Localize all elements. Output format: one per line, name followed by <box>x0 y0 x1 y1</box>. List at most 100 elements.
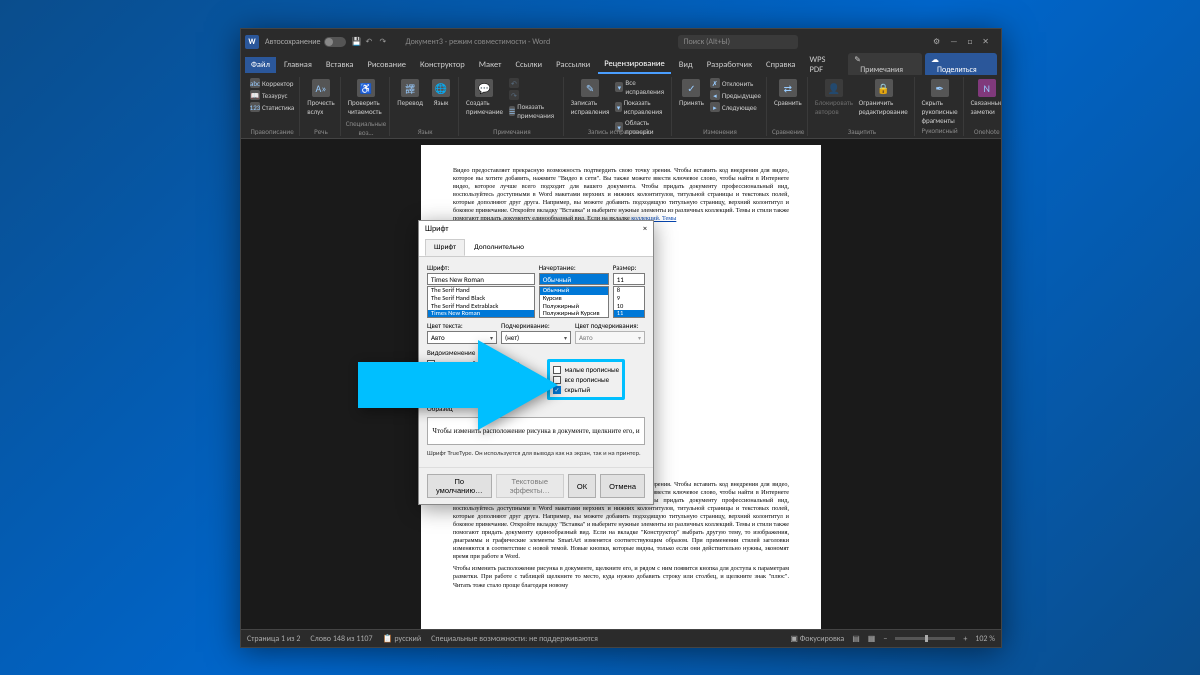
show-markup-button[interactable]: ▾Показать исправления <box>613 97 668 117</box>
tab-layout[interactable]: Макет <box>473 57 508 73</box>
document-title: Документ3 - режим совместимости - Word <box>406 37 551 47</box>
underline-color-select[interactable]: Авто <box>575 331 645 344</box>
ribbon-group-proofing: abcКорректор 📖Тезаурус 123Статистика Пра… <box>245 77 300 136</box>
ribbon-options-icon[interactable]: ⚙ <box>933 37 940 47</box>
tab-help[interactable]: Справка <box>760 57 801 73</box>
tab-home[interactable]: Главная <box>278 57 318 73</box>
tab-references[interactable]: Ссылки <box>509 57 548 73</box>
dropdown-icon: ▾ <box>615 82 623 92</box>
thesaurus-button[interactable]: 📖Тезаурус <box>248 89 296 101</box>
tab-developer[interactable]: Разработчик <box>701 57 758 73</box>
font-name-input[interactable]: Times New Roman <box>427 273 535 285</box>
size-list[interactable]: 8 9 10 11 12 <box>613 286 645 318</box>
text-effects-button[interactable]: Текстовые эффекты… <box>496 474 564 498</box>
style-list-item[interactable]: Полужирный Курсив <box>540 310 608 318</box>
editor-button[interactable]: abcКорректор <box>248 77 296 89</box>
dialog-close-icon[interactable]: × <box>643 224 647 234</box>
view-print-icon[interactable]: ▤ <box>852 634 860 644</box>
display-mode-select[interactable]: ▾Все исправления <box>613 77 668 97</box>
tab-mailings[interactable]: Рассылки <box>550 57 596 73</box>
ribbon-group-accessibility: ♿Проверить читаемость Специальные воз… <box>343 77 391 136</box>
track-changes-button[interactable]: ✎Записать исправления <box>569 77 612 118</box>
language-button[interactable]: 🌐Язык <box>427 77 455 109</box>
annotation-arrow-icon <box>358 340 558 430</box>
zoom-out-icon[interactable]: − <box>883 634 887 644</box>
compare-button[interactable]: ⇄Сравнить <box>772 77 804 109</box>
share-button[interactable]: ☁ Поделиться <box>925 53 997 77</box>
previous-change-button[interactable]: ◂Предыдущее <box>708 89 763 101</box>
block-icon: 👤 <box>825 79 843 97</box>
tab-view[interactable]: Вид <box>673 57 699 73</box>
tab-design[interactable]: Конструктор <box>414 57 471 73</box>
page-indicator[interactable]: Страница 1 из 2 <box>247 634 300 644</box>
reject-button[interactable]: ✗Отклонить <box>708 77 763 89</box>
tab-review[interactable]: Рецензирование <box>598 56 670 74</box>
accept-button[interactable]: ✓Принять <box>677 77 706 109</box>
zoom-in-icon[interactable]: + <box>963 634 967 644</box>
next-comment-button[interactable]: ↷ <box>507 89 560 101</box>
language-indicator[interactable]: 📋 русский <box>383 634 422 644</box>
ribbon-group-compare: ⇄Сравнить Сравнение <box>769 77 808 136</box>
ok-button[interactable]: ОК <box>568 474 596 498</box>
prev-comment-button[interactable]: ↶ <box>507 77 560 89</box>
set-default-button[interactable]: По умолчанию… <box>427 474 492 498</box>
thesaurus-icon: 📖 <box>250 90 260 100</box>
restrict-editing-button[interactable]: 🔒Ограничить редактирование <box>857 77 911 118</box>
titlebar: W Автосохранение 💾 ↶ ↷ Документ3 - режим… <box>241 29 1001 55</box>
redo-icon[interactable]: ↷ <box>380 37 390 47</box>
tab-advanced-dialog[interactable]: Дополнительно <box>465 239 533 256</box>
autosave-toggle[interactable]: Автосохранение <box>265 37 346 47</box>
comments-button[interactable]: ✎ Примечания <box>848 53 922 77</box>
tab-draw[interactable]: Рисование <box>361 57 412 73</box>
word-count-button[interactable]: 123Статистика <box>248 101 296 113</box>
focus-mode-button[interactable]: ▣ Фокусировка <box>790 634 844 644</box>
font-style-input[interactable]: Обычный <box>539 273 609 285</box>
zoom-level[interactable]: 102 % <box>975 634 995 644</box>
size-label: Размер: <box>613 263 645 272</box>
show-comments-button[interactable]: ☰Показать примечания <box>507 101 560 121</box>
read-aloud-button[interactable]: A»Прочесть вслух <box>305 77 336 118</box>
maximize-icon[interactable]: □ <box>967 37 972 47</box>
compare-icon: ⇄ <box>779 79 797 97</box>
font-list[interactable]: The Serif Hand The Serif Hand Black The … <box>427 286 535 318</box>
tab-file[interactable]: Файл <box>245 57 276 73</box>
reject-icon: ✗ <box>710 78 720 88</box>
ribbon-group-comments: 💬Создать примечание ↶ ↷ ☰Показать примеч… <box>461 77 564 136</box>
paragraph[interactable]: Чтобы изменить расположение рисунка в до… <box>453 565 789 589</box>
search-input[interactable]: Поиск (Alt+Ы) <box>678 35 798 49</box>
font-hint: Шрифт TrueType. Он используется для выво… <box>427 449 645 457</box>
ribbon-group-ink: ✒Скрыть рукописные фрагменты Рукописный … <box>917 77 964 136</box>
style-label: Начертание: <box>539 263 609 272</box>
word-count[interactable]: Слово 148 из 1107 <box>310 634 372 644</box>
save-icon[interactable]: 💾 <box>352 37 362 47</box>
font-list-item-selected[interactable]: Times New Roman <box>428 310 534 318</box>
stats-icon: 123 <box>250 102 260 112</box>
ribbon: abcКорректор 📖Тезаурус 123Статистика Пра… <box>241 75 1001 139</box>
check-accessibility-button[interactable]: ♿Проверить читаемость <box>346 77 387 118</box>
translate-button[interactable]: 譯Перевод <box>395 77 425 109</box>
close-icon[interactable]: ✕ <box>982 37 989 47</box>
checkbox-smallcaps[interactable]: малые прописные <box>553 365 619 374</box>
minimize-icon[interactable]: — <box>950 37 957 47</box>
tab-insert[interactable]: Вставка <box>320 57 360 73</box>
checkbox-allcaps[interactable]: все прописные <box>553 375 619 384</box>
paragraph[interactable]: Видео предоставляет прекрасную возможнос… <box>453 167 789 223</box>
tab-font-dialog[interactable]: Шрифт <box>425 239 465 256</box>
word-icon: W <box>245 35 259 49</box>
zoom-slider[interactable] <box>895 637 955 640</box>
new-comment-button[interactable]: 💬Создать примечание <box>464 77 505 118</box>
linked-notes-button[interactable]: NСвязанные заметки <box>969 77 1001 118</box>
hide-ink-button[interactable]: ✒Скрыть рукописные фрагменты <box>920 77 960 127</box>
accessibility-status[interactable]: Специальные возможности: не поддерживают… <box>431 634 598 644</box>
cancel-button[interactable]: Отмена <box>600 474 645 498</box>
next-change-button[interactable]: ▸Следующее <box>708 101 763 113</box>
view-web-icon[interactable]: ▦ <box>868 634 876 644</box>
ribbon-group-tracking: ✎Записать исправления ▾Все исправления ▾… <box>566 77 672 136</box>
undo-icon[interactable]: ↶ <box>366 37 376 47</box>
style-list[interactable]: Обычный Курсив Полужирный Полужирный Кур… <box>539 286 609 318</box>
toggle-switch-icon[interactable] <box>324 37 346 47</box>
dialog-tabs: Шрифт Дополнительно <box>419 237 653 257</box>
font-size-input[interactable]: 11 <box>613 273 645 285</box>
underline-color-label: Цвет подчеркивания: <box>575 321 645 330</box>
checkbox-hidden[interactable]: скрытый <box>553 385 619 394</box>
